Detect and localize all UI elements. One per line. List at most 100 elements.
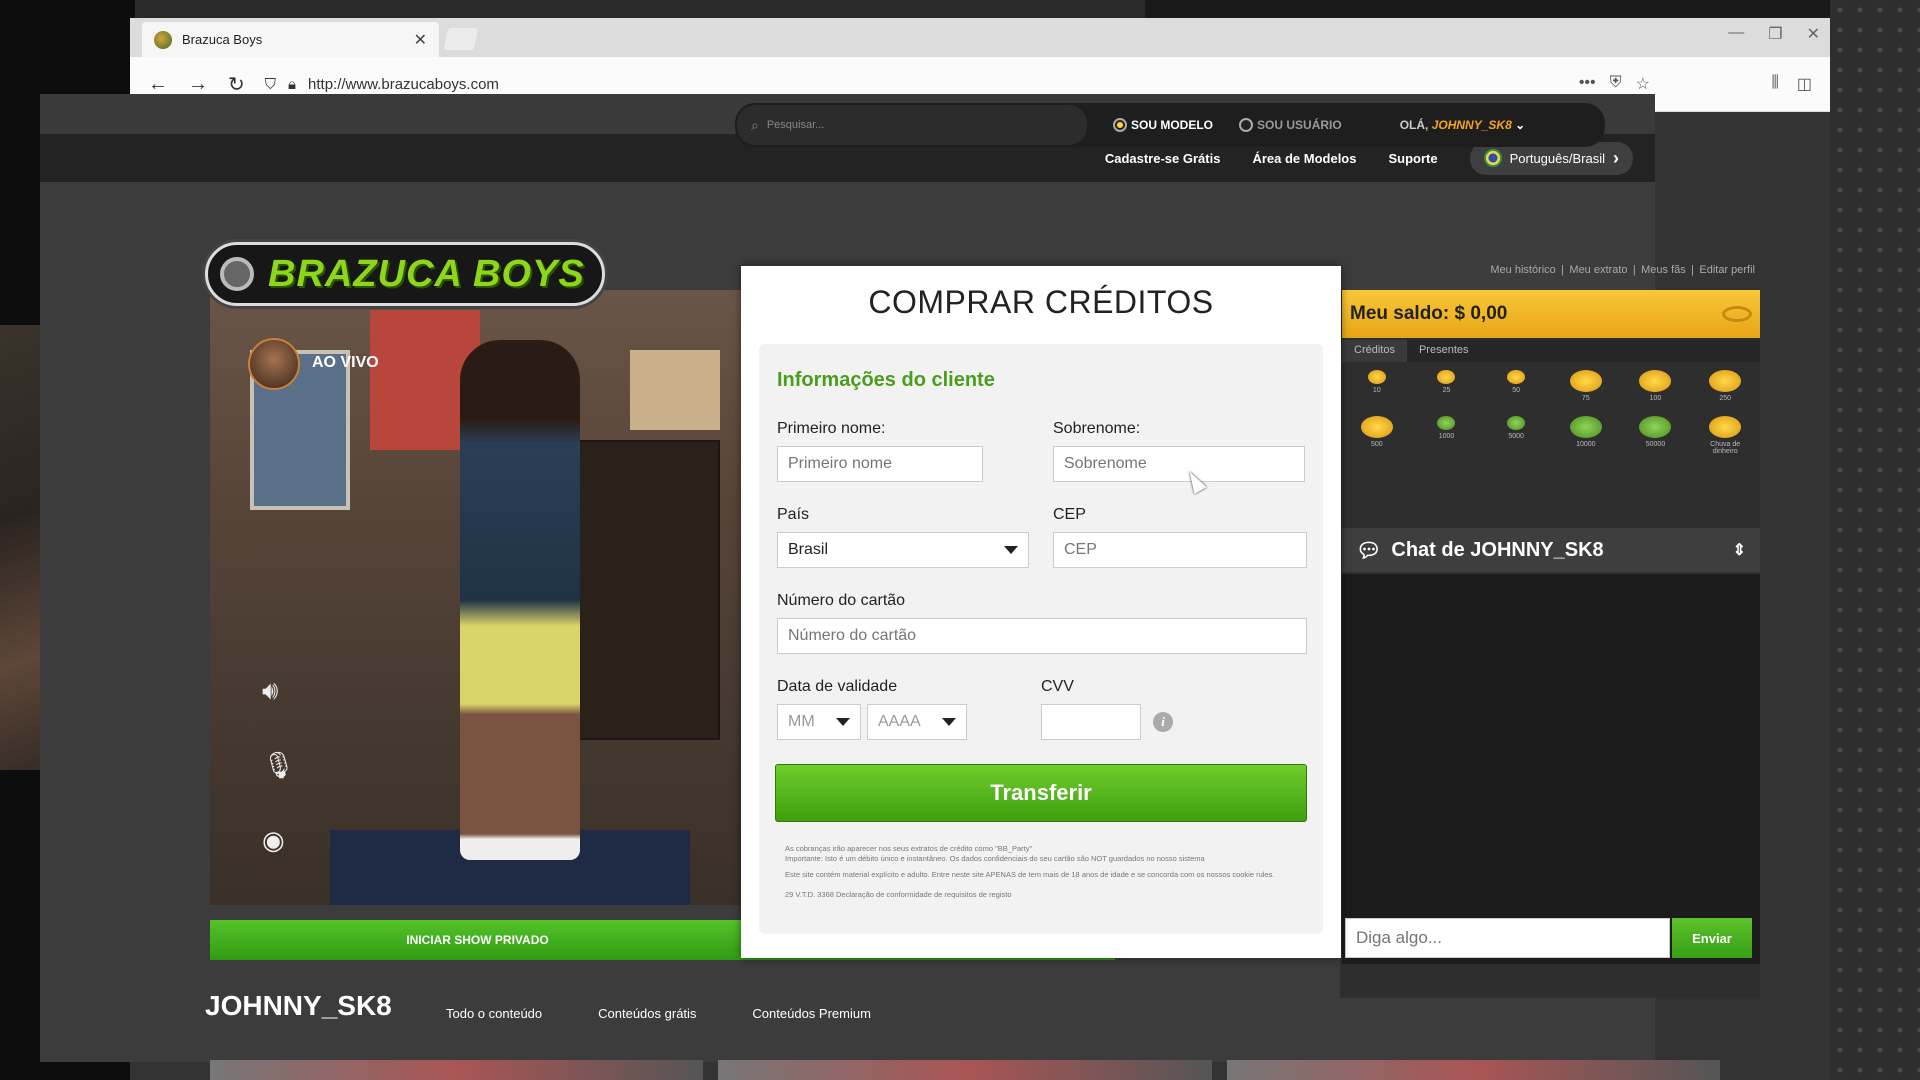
new-tab-button[interactable] xyxy=(443,28,479,50)
send-button[interactable]: Enviar xyxy=(1672,918,1752,958)
statement-link[interactable]: Meu extrato xyxy=(1569,264,1627,276)
site-logo[interactable]: BRAZUCA BOYS xyxy=(205,242,605,306)
expiry-year-select[interactable]: AAAA xyxy=(867,704,967,740)
radio-selected-icon xyxy=(1113,118,1127,132)
coin-option[interactable]: 1000 xyxy=(1412,416,1482,455)
cvv-field[interactable] xyxy=(1041,704,1141,740)
back-icon[interactable]: ← xyxy=(148,73,168,96)
buy-credits-modal: COMPRAR CRÉDITOS Informações do cliente … xyxy=(741,266,1341,958)
close-tab-icon[interactable]: ✕ xyxy=(414,30,427,50)
desktop-background-right xyxy=(1830,0,1920,1080)
section-title: Informações do cliente xyxy=(777,369,995,391)
tab-free-content[interactable]: Conteúdos grátis xyxy=(598,1006,696,1021)
logo-text: BRAZUCA BOYS xyxy=(268,252,585,295)
coin-option[interactable]: 100 xyxy=(1621,370,1691,402)
content-tabs: Todo o conteúdo Conteúdos grátis Conteúd… xyxy=(446,1006,871,1021)
close-window-icon[interactable]: ✕ xyxy=(1807,24,1820,44)
wallet-tabs: Créditos Presentes xyxy=(1342,340,1760,362)
country-value: Brasil xyxy=(788,541,829,558)
coin-option[interactable]: 50000 xyxy=(1621,416,1691,455)
history-link[interactable]: Meu histórico xyxy=(1490,264,1555,276)
coin-option[interactable]: 5000 xyxy=(1481,416,1551,455)
edit-profile-link[interactable]: Editar perfil xyxy=(1699,264,1755,276)
banknote-icon xyxy=(1437,416,1456,430)
sort-arrows-icon[interactable]: ⇕ xyxy=(1733,540,1746,560)
coin-grid: 10 25 50 75 100 250 500 1000 5000 10000 … xyxy=(1342,370,1760,455)
minimize-icon[interactable]: — xyxy=(1728,24,1744,44)
tab-credits[interactable]: Créditos xyxy=(1342,340,1407,362)
star-icon[interactable]: ☆ xyxy=(1636,74,1650,94)
webcam-icon[interactable]: ◉ xyxy=(262,825,285,856)
search-icon: ⌕ xyxy=(751,116,759,133)
chevron-right-icon: › xyxy=(1613,147,1619,168)
background-window-strip xyxy=(135,0,1145,18)
cvv-label: CVV xyxy=(1041,678,1074,695)
coin-option[interactable]: Chuva de dinheiro xyxy=(1690,416,1760,455)
browser-tab[interactable]: Brazuca Boys ✕ xyxy=(142,22,439,57)
first-name-field[interactable] xyxy=(777,446,983,482)
restore-icon[interactable]: ❐ xyxy=(1768,24,1782,44)
coin-pile-icon xyxy=(1569,370,1602,392)
address-bar[interactable]: ⛉ 🔒︎ http://www.brazucaboys.com xyxy=(265,76,499,93)
chat-input[interactable] xyxy=(1345,918,1670,958)
language-label: Português/Brasil xyxy=(1509,150,1605,166)
signup-link[interactable]: Cadastre-se Grátis xyxy=(1105,151,1221,166)
coin-option[interactable]: 50 xyxy=(1481,370,1551,402)
url-text[interactable]: http://www.brazucaboys.com xyxy=(308,76,499,93)
coin-option[interactable]: 250 xyxy=(1690,370,1760,402)
sidebar-icon[interactable]: ◫ xyxy=(1797,74,1812,94)
profile-links: Meu histórico | Meu extrato | Meus fãs |… xyxy=(1490,264,1755,276)
coin-option[interactable]: 10000 xyxy=(1551,416,1621,455)
thumbnail[interactable] xyxy=(718,1060,1212,1080)
cep-field[interactable] xyxy=(1053,532,1307,568)
user-menu[interactable]: OLÁ, JOHNNY_SK8 ⌄ xyxy=(1400,118,1525,132)
coin-pile-icon xyxy=(1709,370,1742,392)
shield-icon[interactable]: ⛉ xyxy=(265,76,276,93)
tab-gifts[interactable]: Presentes xyxy=(1407,340,1481,362)
expiry-month-select[interactable]: MM xyxy=(777,704,861,740)
coin-option[interactable]: 500 xyxy=(1342,416,1412,455)
live-video[interactable]: AO VIVO 🔊︎ 🎙︎ ◉ xyxy=(210,290,745,905)
forward-icon[interactable]: → xyxy=(188,73,208,96)
volume-icon[interactable]: 🔊︎ xyxy=(262,675,278,707)
tab-all-content[interactable]: Todo o conteúdo xyxy=(446,1006,542,1021)
chat-messages[interactable] xyxy=(1342,574,1760,964)
coin-option[interactable]: 10 xyxy=(1342,370,1412,402)
fans-link[interactable]: Meus fãs xyxy=(1641,264,1686,276)
logo-icon xyxy=(220,257,254,291)
card-number-field[interactable] xyxy=(777,618,1307,654)
pocket-icon[interactable]: ⛨ xyxy=(1610,74,1622,94)
avatar[interactable] xyxy=(248,338,300,390)
lock-icon[interactable]: 🔒︎ xyxy=(288,76,296,93)
more-icon[interactable]: ••• xyxy=(1579,74,1596,94)
coin-stack-icon xyxy=(1507,370,1526,384)
radio-model[interactable]: SOU MODELO xyxy=(1113,118,1213,132)
tab-premium-content[interactable]: Conteúdos Premium xyxy=(752,1006,871,1021)
support-link[interactable]: Suporte xyxy=(1388,151,1437,166)
eye-icon[interactable] xyxy=(1722,306,1752,322)
tab-title: Brazuca Boys xyxy=(182,32,263,47)
info-icon[interactable]: i xyxy=(1153,712,1173,732)
microphone-icon[interactable]: 🎙︎ xyxy=(262,750,295,781)
country-label: País xyxy=(777,506,810,523)
toolbar-right: ⫼ ◫ xyxy=(1772,74,1813,94)
thumbnail[interactable] xyxy=(1226,1060,1720,1080)
radio-user[interactable]: SOU USUÁRIO xyxy=(1239,118,1342,132)
coin-option[interactable]: 75 xyxy=(1551,370,1621,402)
favicon-icon xyxy=(154,30,172,49)
last-name-field[interactable] xyxy=(1053,446,1305,482)
library-icon[interactable]: ⫼ xyxy=(1772,74,1779,94)
chat-header[interactable]: 💬︎ Chat de JOHNNY_SK8 ⇕ xyxy=(1342,528,1760,572)
models-area-link[interactable]: Área de Modelos xyxy=(1252,151,1356,166)
reload-icon[interactable]: ↻ xyxy=(228,72,245,97)
thumbnail[interactable] xyxy=(210,1060,704,1080)
window-controls: — ❐ ✕ xyxy=(1728,24,1820,44)
coin-option[interactable]: 25 xyxy=(1412,370,1482,402)
coin-icon xyxy=(1367,370,1386,384)
country-select[interactable]: Brasil xyxy=(777,532,1029,568)
search-input[interactable]: ⌕ Pesquisar... xyxy=(737,105,1087,145)
money-bag-icon xyxy=(1360,416,1393,438)
dropdown-caret-icon xyxy=(942,718,956,726)
transfer-button[interactable]: Transferir xyxy=(775,764,1307,822)
radio-unselected-icon xyxy=(1239,118,1254,132)
